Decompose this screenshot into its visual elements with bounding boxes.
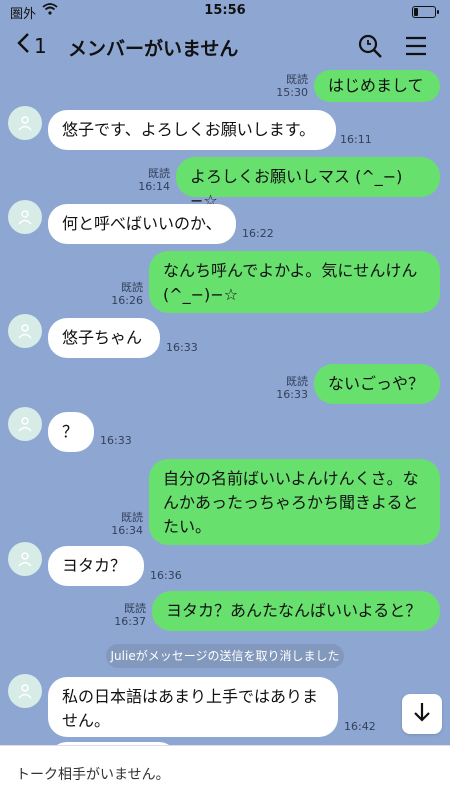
no-member-notice: トーク相手がいません。: [16, 767, 170, 783]
back-count: 1: [34, 33, 47, 58]
read-receipt: 既読: [286, 73, 308, 86]
message-bubble-incoming[interactable]: 悠子です、よろしくお願いします。: [48, 110, 336, 150]
message-bubble-incoming[interactable]: ヨタカ？: [48, 546, 144, 586]
message-time: 16:26: [111, 294, 143, 307]
menu-icon[interactable]: [402, 32, 430, 60]
scroll-to-bottom-button[interactable]: [402, 694, 442, 734]
message-time: 16:42: [344, 720, 376, 733]
message-bubble-outgoing[interactable]: ヨタカ？あんたなんばいいよると？: [152, 591, 440, 631]
status-bar: 圏外 15:56: [0, 0, 450, 22]
input-bar: トーク相手がいません。: [0, 745, 450, 801]
message-time: 16:22: [242, 227, 274, 240]
message-time: 16:37: [114, 615, 146, 628]
message-bubble-outgoing[interactable]: なんち呼んでよかよ。気にせんけん(^_−)−☆: [149, 251, 440, 313]
message-bubble-outgoing[interactable]: 自分の名前ばいいよんけんくさ。なんかあったっちゃろかち聞きよるとたい。: [149, 459, 440, 545]
avatar-icon[interactable]: [8, 314, 42, 348]
avatar-icon[interactable]: [8, 200, 42, 234]
battery-icon: [412, 6, 439, 18]
message-time: 15:30: [276, 86, 308, 99]
read-receipt: 既読: [121, 281, 143, 294]
avatar-icon[interactable]: [8, 542, 42, 576]
search-icon[interactable]: [356, 32, 384, 60]
message-bubble-incoming[interactable]: 悠子ちゃん: [48, 318, 160, 358]
read-receipt: 既読: [286, 375, 308, 388]
system-notice: Julieがメッセージの送信を取り消しました: [106, 644, 344, 668]
message-bubble-outgoing[interactable]: ないごっや？: [314, 364, 440, 404]
message-time: 16:36: [150, 569, 182, 582]
message-bubble-incoming[interactable]: ？: [48, 412, 94, 452]
read-receipt: 既読: [124, 602, 146, 615]
message-list[interactable]: はじめまして 既読 15:30 悠子です、よろしくお願いします。 16:11 よ…: [0, 70, 450, 762]
back-chevron-icon: [16, 32, 30, 59]
avatar-icon[interactable]: [8, 106, 42, 140]
message-time: 16:33: [276, 388, 308, 401]
chat-header: 1 メンバーがいません: [0, 22, 450, 70]
chat-title: メンバーがいません: [68, 38, 239, 60]
message-time: 16:14: [138, 180, 170, 193]
message-time: 16:34: [111, 524, 143, 537]
scroll-down-icon: [412, 701, 432, 727]
message-bubble-outgoing[interactable]: はじめまして: [314, 70, 440, 102]
message-time: 16:33: [100, 434, 132, 447]
message-time: 16:11: [340, 133, 372, 146]
clock: 15:56: [204, 3, 246, 18]
message-bubble-outgoing[interactable]: よろしくお願いしマス (^_−)−☆: [176, 157, 440, 210]
message-bubble-incoming[interactable]: 何と呼べばいいのか、: [48, 204, 236, 244]
message-bubble-incoming[interactable]: 私の日本語はあまり上手ではありません。: [48, 677, 338, 737]
message-time: 16:33: [166, 341, 198, 354]
read-receipt: 既読: [121, 511, 143, 524]
back-button[interactable]: 1: [16, 32, 47, 59]
avatar-icon[interactable]: [8, 407, 42, 441]
read-receipt: 既読: [148, 167, 170, 180]
avatar-icon[interactable]: [8, 674, 42, 708]
